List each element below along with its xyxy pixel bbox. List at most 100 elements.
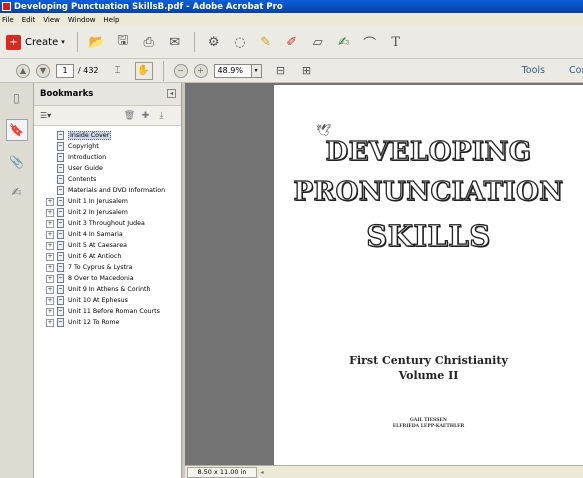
navigation-toolbar: ▲ ▼ 1 / 432 ⌶ ✋ − + 48.9% ▾ ⊟ ⊞ Tools Co…	[0, 59, 583, 83]
fit-page-icon[interactable]: ⊟	[272, 62, 290, 80]
menu-window[interactable]: Window	[68, 16, 96, 24]
bookmark-item[interactable]: + Unit 5 At Caesarea	[34, 240, 181, 251]
dove-icon: 🕊	[316, 123, 332, 137]
bookmark-page-icon	[57, 153, 64, 162]
bookmark-page-icon	[57, 230, 64, 239]
comment-icon[interactable]: ◌	[231, 33, 249, 51]
zoom-out-icon[interactable]: −	[173, 63, 188, 78]
create-button[interactable]: + Create ▾	[6, 34, 65, 50]
menu-file[interactable]: File	[2, 16, 14, 24]
print-icon[interactable]: ⎙	[140, 33, 158, 51]
attach-icon[interactable]: ⌒	[361, 33, 379, 52]
bookmark-item[interactable]: + Unit 3 Throughout Judea	[34, 218, 181, 229]
expand-icon[interactable]: +	[46, 307, 54, 316]
previous-page-icon[interactable]: ▲	[16, 63, 30, 78]
cover-subtitle-line-2: Volume II	[398, 369, 459, 382]
bookmark-item[interactable]: Copyright	[34, 141, 181, 152]
edit-icon[interactable]: ✐	[283, 33, 301, 51]
page-thumbnails-icon[interactable]: ▯	[8, 89, 26, 107]
bookmark-page-icon	[57, 285, 64, 294]
bookmark-label: Introduction	[68, 154, 107, 161]
signatures-icon[interactable]: ✍	[8, 183, 26, 201]
expand-icon[interactable]: +	[46, 318, 54, 327]
bookmark-label: Unit 4 In Samaria	[68, 231, 123, 238]
create-label: Create	[25, 36, 59, 48]
document-view[interactable]: 🕊 DEVELOPING PRONUNCIATION SKILLS First …	[185, 83, 583, 465]
sign-icon[interactable]: ✍	[335, 33, 353, 51]
expand-icon[interactable]: +	[46, 208, 54, 217]
settings-icon[interactable]: ⚙	[205, 33, 223, 51]
bookmark-item[interactable]: + Unit 1 In Jerusalem	[34, 196, 181, 207]
zoom-input[interactable]: 48.9%	[213, 63, 252, 78]
expand-icon[interactable]: +	[46, 197, 54, 206]
bookmark-label: Unit 3 Throughout Judea	[68, 220, 145, 227]
zoom-dropdown-icon[interactable]: ▾	[251, 63, 262, 78]
page-size-indicator[interactable]: 8.50 x 11.00 in	[187, 466, 257, 478]
hand-tool-icon[interactable]: ✋	[134, 61, 153, 80]
menu-bar: File Edit View Window Help	[0, 13, 583, 26]
bookmark-item[interactable]: Materials and DVD Information	[34, 185, 181, 196]
highlight-icon[interactable]: ✎	[257, 33, 275, 51]
bookmark-page-icon	[57, 318, 64, 327]
expand-bookmark-icon[interactable]: ⤓	[156, 110, 167, 121]
bookmark-page-icon	[57, 219, 64, 228]
zoom-in-icon[interactable]: +	[193, 63, 208, 78]
page-number-input[interactable]: 1	[56, 63, 74, 78]
bookmarks-header: Bookmarks ◂	[34, 83, 181, 106]
select-tool-icon[interactable]: ⌶	[109, 62, 127, 80]
save-icon[interactable]: 🖫	[114, 33, 132, 51]
bookmark-item[interactable]: + Unit 9 In Athens & Corinth	[34, 284, 181, 295]
bookmark-item[interactable]: Inside Cover	[34, 130, 181, 141]
main-toolbar: + Create ▾ 📂 🖫 ⎙ ✉ ⚙ ◌ ✎ ✐ ▱ ✍ ⌒ T	[0, 26, 583, 59]
bookmark-page-icon	[57, 186, 64, 195]
next-page-icon[interactable]: ▼	[36, 63, 50, 78]
bookmark-label: Contents	[68, 176, 97, 183]
bookmark-label: Unit 2 In Jerusalem	[68, 209, 128, 216]
bookmark-item[interactable]: User Guide	[34, 163, 181, 174]
expand-icon[interactable]: +	[46, 219, 54, 228]
menu-help[interactable]: Help	[104, 16, 120, 24]
options-menu-icon[interactable]: ☰▾	[40, 111, 51, 120]
menu-view[interactable]: View	[43, 16, 60, 24]
bookmarks-toolbar: ☰▾ 🗑 ✚ ⤓	[34, 106, 181, 126]
comment-pane-button[interactable]: Comment	[569, 65, 583, 76]
bookmark-page-icon	[57, 197, 64, 206]
bookmark-item[interactable]: + Unit 10 At Ephesus	[34, 295, 181, 306]
cover-title-line-3: SKILLS	[366, 218, 491, 253]
title-bar: Developing Punctuation SkillsB.pdf - Ado…	[0, 0, 583, 13]
scroll-left-icon[interactable]: ◂	[257, 467, 267, 478]
expand-icon[interactable]: +	[46, 263, 54, 272]
expand-icon[interactable]: +	[46, 230, 54, 239]
bookmark-label: 8 Over to Macedonia	[68, 275, 134, 282]
bookmark-item[interactable]: + Unit 12 To Rome	[34, 317, 181, 328]
attachments-icon[interactable]: 📎	[8, 153, 26, 171]
bookmark-item[interactable]: + Unit 6 At Antioch	[34, 251, 181, 262]
expand-icon[interactable]: +	[46, 241, 54, 250]
tools-pane-button[interactable]: Tools	[522, 65, 545, 76]
bookmark-item[interactable]: Introduction	[34, 152, 181, 163]
email-icon[interactable]: ✉	[166, 33, 184, 51]
bookmark-label: Unit 6 At Antioch	[68, 253, 122, 260]
expand-icon[interactable]: +	[46, 274, 54, 283]
new-bookmark-icon[interactable]: ✚	[140, 110, 151, 121]
acrobat-app-icon[interactable]	[2, 2, 11, 11]
bookmark-item[interactable]: Contents	[34, 174, 181, 185]
bookmark-item[interactable]: + Unit 2 In Jerusalem	[34, 207, 181, 218]
full-screen-icon[interactable]: ⊞	[298, 62, 316, 80]
expand-icon[interactable]: +	[46, 252, 54, 261]
text-icon[interactable]: T	[387, 33, 405, 51]
expand-icon[interactable]: +	[46, 285, 54, 294]
bookmark-item[interactable]: +8 Over to Macedonia	[34, 273, 181, 284]
bookmark-page-icon	[57, 252, 64, 261]
expand-icon[interactable]: +	[46, 296, 54, 305]
open-icon[interactable]: 📂	[88, 33, 106, 51]
extract-icon[interactable]: ▱	[309, 33, 327, 51]
delete-bookmark-icon[interactable]: 🗑	[124, 110, 135, 121]
bookmark-item[interactable]: + Unit 11 Before Roman Courts	[34, 306, 181, 317]
close-panel-icon[interactable]: ◂	[167, 89, 176, 98]
window-title: Developing Punctuation SkillsB.pdf - Ado…	[14, 1, 283, 12]
menu-edit[interactable]: Edit	[22, 16, 36, 24]
bookmarks-icon[interactable]: 🔖	[5, 119, 28, 141]
bookmark-item[interactable]: +7 To Cyprus & Lystra	[34, 262, 181, 273]
bookmark-item[interactable]: + Unit 4 In Samaria	[34, 229, 181, 240]
